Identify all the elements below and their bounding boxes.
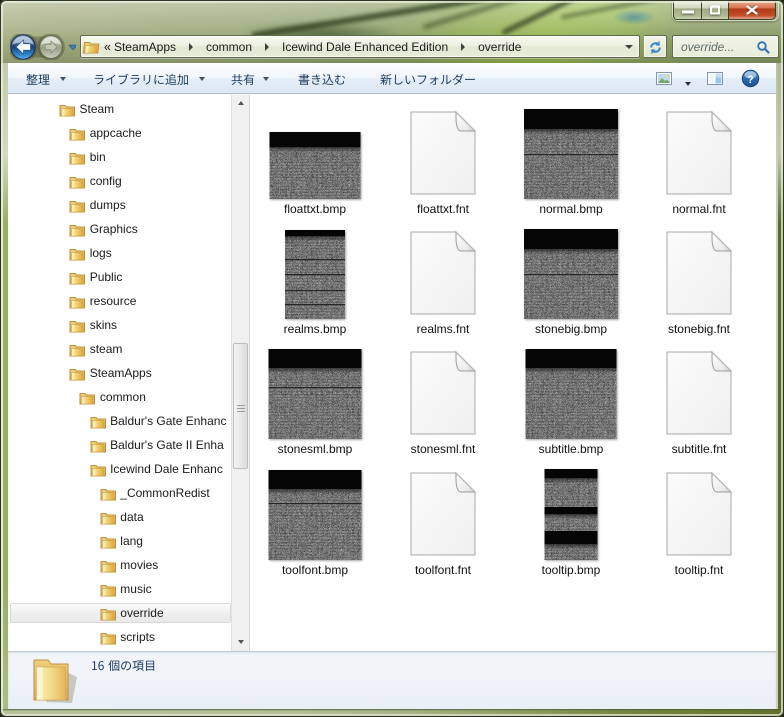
svg-text:?: ? [747,74,754,86]
